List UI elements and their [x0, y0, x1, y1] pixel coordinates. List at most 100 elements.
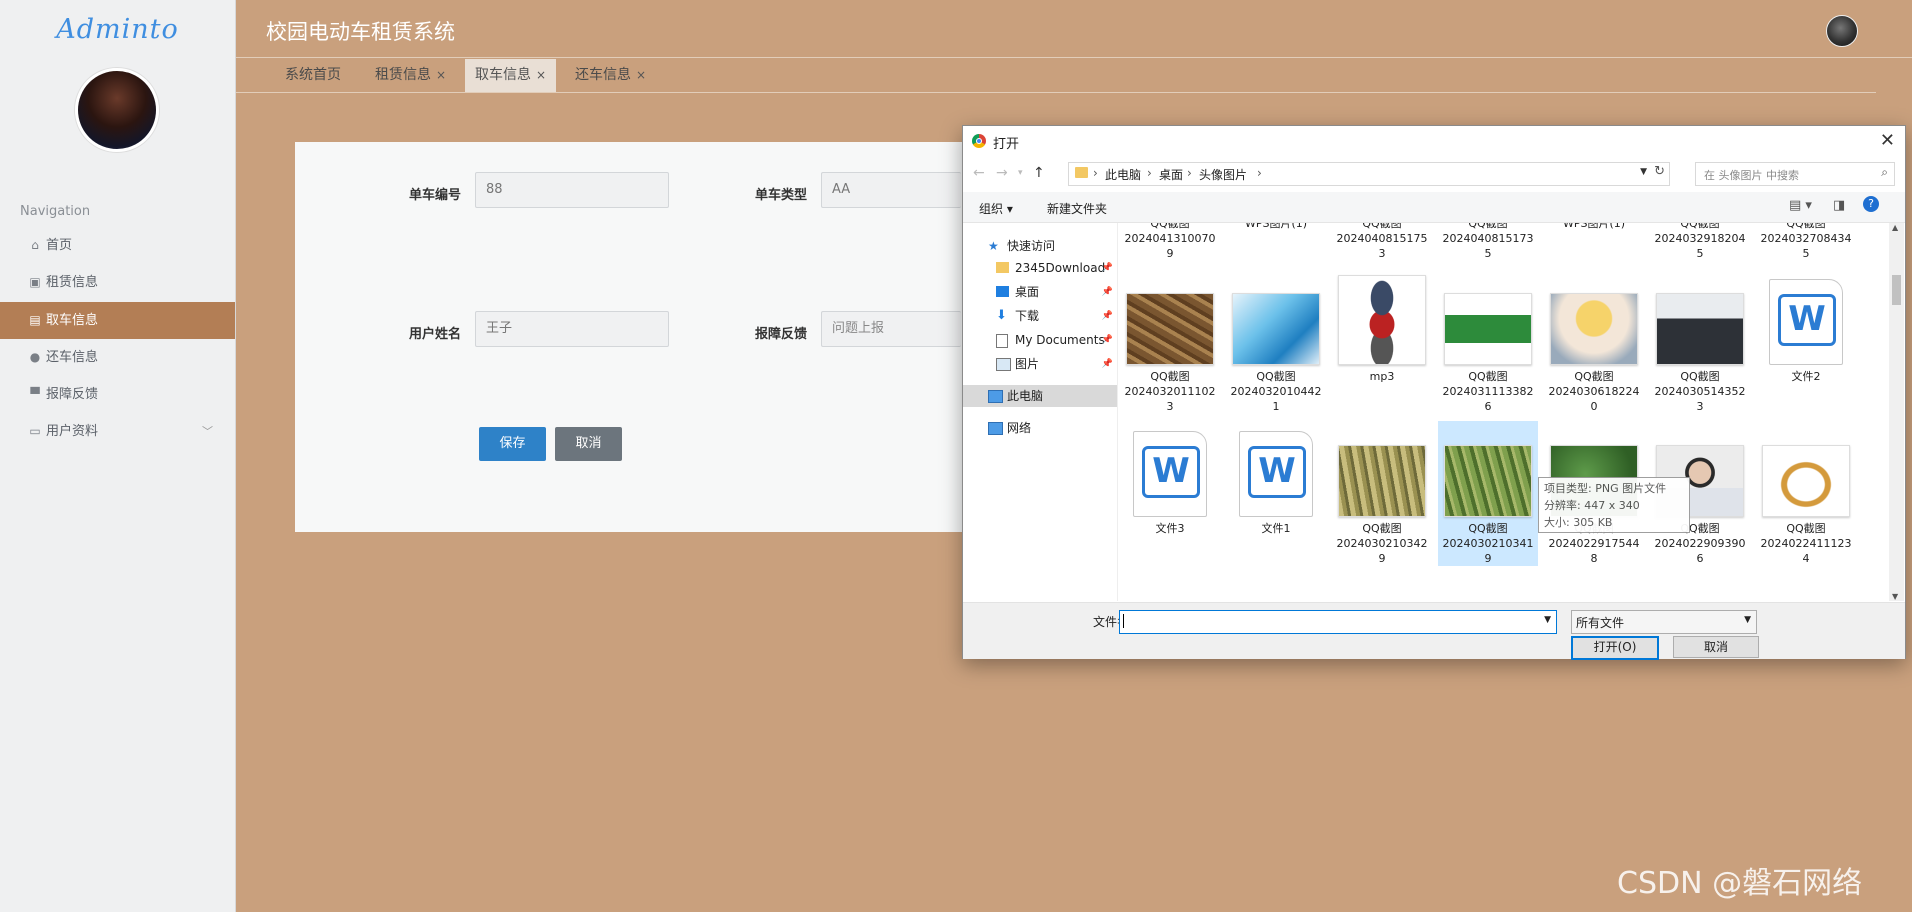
tree-item-my-documents[interactable]: My Documents 📌 [963, 329, 1117, 351]
sidebar-item-pickup[interactable]: ▤ 取车信息 [0, 302, 235, 339]
tree-item-quick-access[interactable]: ★ 快速访问 [963, 235, 1117, 257]
file-name: QQ截图 [1256, 370, 1296, 383]
file-name-line3: 6 [1696, 552, 1704, 565]
refresh-icon[interactable]: ↻ [1654, 164, 1665, 179]
sidebar-item-profile[interactable]: ▭ 用户资料 ﹀ [0, 413, 235, 450]
tab-home[interactable]: 系统首页 [285, 59, 341, 92]
file-item[interactable]: WPS图片(1) [1226, 223, 1326, 231]
sidebar-item-home[interactable]: ⌂ 首页 [0, 227, 235, 264]
avatar[interactable] [1826, 15, 1858, 47]
file-item[interactable]: QQ截图 2024032708434 5 [1756, 223, 1856, 261]
sidebar-item-label: 首页 [46, 238, 73, 253]
home-icon: ⌂ [31, 238, 39, 252]
tree-item-network[interactable]: 网络 [963, 417, 1117, 439]
file-name-line3: 9 [1484, 552, 1492, 565]
back-arrow-icon[interactable]: ← [973, 165, 985, 181]
scroll-up-icon[interactable]: ▲ [1892, 223, 1898, 232]
close-icon[interactable]: ✕ [1880, 130, 1895, 151]
sidebar-item-return[interactable]: ● 还车信息 [0, 339, 235, 376]
up-arrow-icon[interactable]: ↑ [1033, 165, 1045, 181]
file-item[interactable]: QQ截图 2024030210341 9 [1438, 421, 1538, 566]
bike-type-field[interactable]: AA [821, 172, 961, 208]
feedback-field[interactable]: 问题上报 [821, 311, 961, 347]
user-avatar[interactable] [75, 68, 159, 152]
word-document-icon: W [1133, 431, 1207, 517]
file-item[interactable]: QQ截图 2024030618224 0 [1544, 269, 1644, 414]
username-field[interactable]: 王子 [475, 311, 669, 347]
file-item[interactable]: W 文件3 [1120, 421, 1220, 536]
tooltip-size: 大小: 305 KB [1544, 516, 1613, 529]
new-folder-button[interactable]: 新建文件夹 [1047, 200, 1107, 217]
organize-button[interactable]: 组织 ▾ [979, 200, 1013, 217]
file-item[interactable]: W 文件1 [1226, 421, 1326, 536]
history-dropdown-icon[interactable]: ▾ [1018, 168, 1023, 178]
file-item[interactable]: QQ截图 2024022411123 4 [1756, 421, 1856, 566]
bike-no-field[interactable]: 88 [475, 172, 669, 208]
dialog-cancel-button[interactable]: 取消 [1673, 636, 1759, 658]
image-thumbnail [1444, 445, 1532, 517]
tab-label: 还车信息 [575, 67, 631, 83]
sidebar-item-rental[interactable]: ▣ 租赁信息 [0, 264, 235, 301]
breadcrumb-desktop[interactable]: 桌面 [1159, 166, 1183, 183]
chevron-down-icon[interactable]: ▼ [1640, 167, 1647, 177]
save-button[interactable]: 保存 [479, 427, 546, 461]
file-item[interactable]: W 文件2 [1756, 269, 1856, 384]
chevron-down-icon[interactable]: ▼ [1544, 615, 1551, 625]
file-item[interactable]: WPS图片(1) [1544, 223, 1644, 231]
close-icon[interactable]: × [436, 68, 446, 82]
view-options-icon[interactable]: ▤ ▾ [1789, 198, 1812, 213]
file-name: QQ截图 [1468, 522, 1508, 535]
file-item[interactable]: QQ截图 2024030514352 3 [1650, 269, 1750, 414]
file-item[interactable]: QQ截图 2024040815175 3 [1332, 223, 1432, 261]
file-item[interactable]: QQ截图 2024032918204 5 [1650, 223, 1750, 261]
preview-pane-icon[interactable]: ◨ [1833, 198, 1845, 213]
file-name-line2: 2024040815173 [1442, 232, 1534, 245]
sidebar-item-feedback[interactable]: ▀ 报障反馈 [0, 376, 235, 413]
tree-item-downloads[interactable]: ⬇ 下载 📌 [963, 305, 1117, 327]
address-bar[interactable]: › 此电脑 › 桌面 › 头像图片 › ▼ ↻ [1068, 162, 1670, 186]
file-name-line3: 5 [1696, 247, 1704, 260]
open-button[interactable]: 打开(O) [1571, 636, 1659, 660]
scrollbar[interactable]: ▲ ▼ [1889, 223, 1904, 601]
file-item[interactable]: QQ截图 2024041310070 9 [1120, 223, 1220, 261]
file-item[interactable]: QQ截图 2024030210342 9 [1332, 421, 1432, 566]
bike-no-label: 单车编号 [409, 188, 462, 203]
tree-label: 图片 [1015, 357, 1040, 371]
tab-rental[interactable]: 租赁信息 × [375, 59, 446, 92]
scroll-down-icon[interactable]: ▼ [1892, 592, 1898, 601]
tree-item-2345download[interactable]: 2345Download 📌 [963, 257, 1117, 279]
tab-return[interactable]: 还车信息 × [575, 59, 646, 92]
tree-item-pictures[interactable]: 图片 📌 [963, 353, 1117, 375]
search-input[interactable]: 在 头像图片 中搜索 [1704, 167, 1799, 183]
file-name-line3: 3 [1696, 400, 1704, 413]
file-name: 文件3 [1155, 522, 1185, 535]
app-logo[interactable]: Adminto [0, 14, 235, 45]
breadcrumb-avatar-images[interactable]: 头像图片 [1199, 166, 1247, 183]
filename-input[interactable]: ▼ [1119, 610, 1557, 634]
close-icon[interactable]: × [636, 68, 646, 82]
page-title: 校园电动车租赁系统 [266, 20, 455, 44]
cancel-button[interactable]: 取消 [555, 427, 622, 461]
tree-item-desktop[interactable]: 桌面 📌 [963, 281, 1117, 303]
tab-pickup[interactable]: 取车信息 × [465, 59, 557, 92]
forward-arrow-icon[interactable]: → [996, 165, 1008, 181]
filetype-value: 所有文件 [1576, 616, 1625, 630]
documents-icon [996, 334, 1008, 348]
file-item[interactable]: QQ截图 2024031113382 6 [1438, 269, 1538, 414]
tree-item-this-pc[interactable]: 此电脑 [963, 385, 1117, 407]
breadcrumb-this-pc[interactable]: 此电脑 [1105, 166, 1141, 183]
filetype-select[interactable]: 所有文件 ▼ [1571, 610, 1757, 634]
file-item[interactable]: mp3 [1332, 269, 1432, 384]
file-item[interactable]: QQ截图 2024032010442 1 [1226, 269, 1326, 414]
help-icon[interactable]: ? [1863, 196, 1879, 212]
file-name: QQ截图 [1150, 223, 1190, 230]
scroll-thumb[interactable] [1892, 275, 1901, 305]
search-box[interactable]: 在 头像图片 中搜索 ⌕ [1695, 162, 1895, 186]
image-thumbnail [1126, 293, 1214, 365]
watermark: CSDN @磐石网络 [1617, 866, 1863, 901]
close-icon[interactable]: × [536, 68, 546, 82]
file-name-line2: 2024030618224 [1548, 385, 1640, 398]
file-item[interactable]: QQ截图 2024032011102 3 [1120, 269, 1220, 414]
chevron-down-icon: ▼ [1744, 615, 1751, 625]
file-item[interactable]: QQ截图 2024040815173 5 [1438, 223, 1538, 261]
